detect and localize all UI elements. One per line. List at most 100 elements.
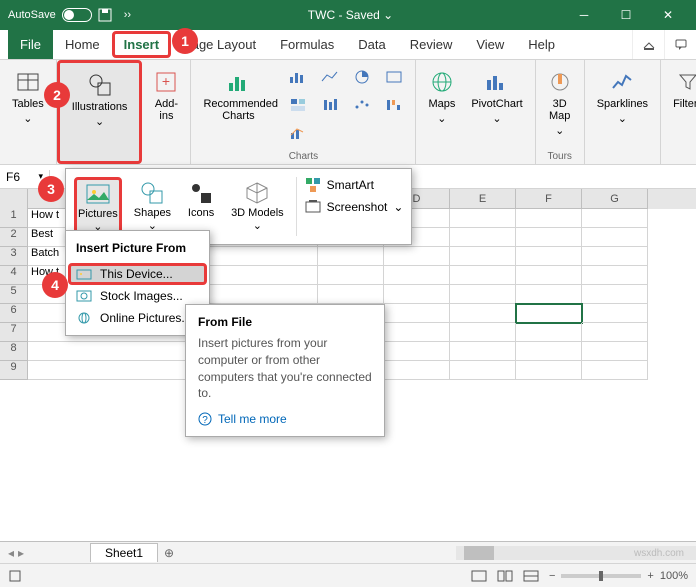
title-dropdown-icon[interactable]: ⌄ <box>383 8 393 22</box>
scatter-chart-icon[interactable] <box>347 92 377 118</box>
autosave-toggle[interactable] <box>62 8 92 22</box>
cell[interactable] <box>28 342 188 361</box>
cell[interactable] <box>516 323 582 342</box>
cell[interactable] <box>450 285 516 304</box>
row-header[interactable]: 1 <box>0 209 28 228</box>
cell[interactable] <box>450 304 516 323</box>
cell[interactable] <box>582 228 648 247</box>
cell[interactable] <box>582 247 648 266</box>
record-macro-icon[interactable] <box>8 569 22 583</box>
cell[interactable] <box>582 342 648 361</box>
cell[interactable] <box>516 209 582 228</box>
cell[interactable] <box>516 285 582 304</box>
pivotchart-button[interactable]: PivotChart ⌄ <box>465 64 528 129</box>
save-icon[interactable] <box>98 8 112 22</box>
tab-data[interactable]: Data <box>346 30 397 59</box>
add-sheet-button[interactable]: ⊕ <box>158 546 180 560</box>
col-header-e[interactable]: E <box>450 189 516 209</box>
illustrations-button[interactable]: Illustrations ⌄ <box>66 67 134 132</box>
cell[interactable] <box>450 323 516 342</box>
row-header[interactable]: 8 <box>0 342 28 361</box>
row-header[interactable]: 9 <box>0 361 28 380</box>
view-pagelayout-icon[interactable] <box>497 570 513 582</box>
zoom-out-icon[interactable]: − <box>549 570 555 582</box>
maps-button[interactable]: Maps ⌄ <box>422 64 461 129</box>
smartart-button[interactable]: SmartArt <box>305 177 404 193</box>
row-header[interactable]: 6 <box>0 304 28 323</box>
map-chart-icon[interactable] <box>379 64 409 90</box>
pictures-button[interactable]: Pictures ⌄ <box>74 177 122 236</box>
sheet-nav-first-icon[interactable]: ◂ <box>8 546 14 560</box>
cell[interactable] <box>450 247 516 266</box>
close-button[interactable]: ✕ <box>648 0 688 30</box>
cell[interactable] <box>516 342 582 361</box>
cell[interactable] <box>28 361 188 380</box>
cell[interactable] <box>582 361 648 380</box>
cell[interactable] <box>318 266 384 285</box>
cell[interactable] <box>384 266 450 285</box>
row-header[interactable]: 7 <box>0 323 28 342</box>
map3d-button[interactable]: 3D Map ⌄ <box>542 64 578 141</box>
shapes-button[interactable]: Shapes ⌄ <box>130 177 175 236</box>
sparklines-button[interactable]: Sparklines ⌄ <box>591 64 654 129</box>
tab-help[interactable]: Help <box>516 30 567 59</box>
filters-button[interactable]: Filters <box>667 64 696 114</box>
cell[interactable] <box>318 247 384 266</box>
cell[interactable] <box>582 304 648 323</box>
tab-formulas[interactable]: Formulas <box>268 30 346 59</box>
hierarchy-chart-icon[interactable] <box>283 92 313 118</box>
cell[interactable] <box>384 361 450 380</box>
maximize-button[interactable]: ☐ <box>606 0 646 30</box>
comments-icon[interactable] <box>664 30 696 59</box>
cell[interactable] <box>384 247 450 266</box>
cell[interactable] <box>384 342 450 361</box>
bar-chart-icon[interactable] <box>283 64 313 90</box>
cell[interactable] <box>516 361 582 380</box>
tell-me-more-link[interactable]: ? Tell me more <box>198 412 372 426</box>
line-chart-icon[interactable] <box>315 64 345 90</box>
cell[interactable] <box>582 323 648 342</box>
screenshot-button[interactable]: Screenshot ⌄ <box>305 199 404 215</box>
cell[interactable] <box>384 285 450 304</box>
qat-more-icon[interactable]: ›› <box>124 9 131 21</box>
recommended-charts-button[interactable]: Recommended Charts <box>197 64 279 146</box>
cell[interactable] <box>450 342 516 361</box>
tab-review[interactable]: Review <box>398 30 465 59</box>
cell[interactable] <box>516 247 582 266</box>
cell[interactable] <box>516 228 582 247</box>
cell[interactable] <box>384 323 450 342</box>
zoom-in-icon[interactable]: + <box>647 570 653 582</box>
stats-chart-icon[interactable] <box>315 92 345 118</box>
view-normal-icon[interactable] <box>471 570 487 582</box>
col-header-g[interactable]: G <box>582 189 648 209</box>
zoom-level[interactable]: 100% <box>660 570 688 582</box>
3dmodels-button[interactable]: 3D Models ⌄ <box>227 177 288 236</box>
cell[interactable] <box>318 285 384 304</box>
share-icon[interactable] <box>632 30 664 59</box>
this-device-item[interactable]: This Device... <box>68 263 207 285</box>
sheet-tab[interactable]: Sheet1 <box>90 543 158 562</box>
cell[interactable] <box>516 266 582 285</box>
cell[interactable] <box>582 285 648 304</box>
tab-file[interactable]: File <box>8 30 53 59</box>
tab-home[interactable]: Home <box>53 30 112 59</box>
cell[interactable] <box>384 304 450 323</box>
col-header-f[interactable]: F <box>516 189 582 209</box>
cell[interactable] <box>582 266 648 285</box>
minimize-button[interactable]: ─ <box>564 0 604 30</box>
icons-button[interactable]: Icons <box>183 177 219 236</box>
cell[interactable] <box>450 228 516 247</box>
tab-view[interactable]: View <box>464 30 516 59</box>
cell[interactable] <box>582 209 648 228</box>
row-header[interactable]: 5 <box>0 285 28 304</box>
view-pagebreak-icon[interactable] <box>523 570 539 582</box>
addins-button[interactable]: + Add-ins <box>148 64 184 126</box>
tab-insert[interactable]: Insert <box>112 31 171 58</box>
cell[interactable] <box>450 209 516 228</box>
sheet-nav-prev-icon[interactable]: ▸ <box>18 546 24 560</box>
cell-selected[interactable] <box>516 304 582 323</box>
row-header[interactable]: 4 <box>0 266 28 285</box>
cell[interactable] <box>450 266 516 285</box>
pie-chart-icon[interactable] <box>347 64 377 90</box>
zoom-control[interactable]: − + 100% <box>549 570 688 582</box>
